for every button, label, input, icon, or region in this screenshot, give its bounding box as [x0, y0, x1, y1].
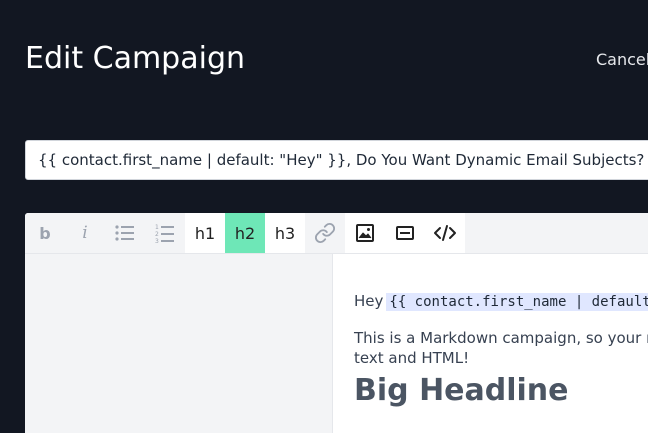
bold-icon: b: [39, 223, 51, 243]
preview-pane: Hey{{ contact.first_name | default: "Hey…: [332, 254, 648, 433]
preview-greeting: Hey{{ contact.first_name | default: "Hey…: [354, 291, 648, 312]
preview-paragraph-line: This is a Markdown campaign, so your mar…: [354, 329, 648, 347]
h1-label: h1: [194, 223, 216, 243]
numbered-list-icon: 1 2 3: [155, 223, 175, 243]
h3-label: h3: [274, 223, 296, 243]
preview-greeting-text: Hey: [354, 292, 384, 310]
cancel-button[interactable]: Cancel: [596, 50, 648, 70]
italic-button[interactable]: i: [65, 213, 105, 253]
image-button[interactable]: [345, 213, 385, 253]
subject-input[interactable]: [25, 140, 648, 180]
page-title: Edit Campaign: [25, 41, 246, 76]
preview-greeting-code: {{ contact.first_name | default: "Hey" }…: [386, 293, 648, 311]
bullet-list-button[interactable]: [105, 213, 145, 253]
preview-paragraph-line: text and HTML!: [354, 349, 470, 367]
markdown-editor: b i 1 2 3 h1 h2 h3 Hey {{contact.first_…: [25, 213, 648, 433]
svg-text:3: 3: [155, 238, 159, 243]
horizontal-rule-button[interactable]: [385, 213, 425, 253]
svg-text:1: 1: [155, 224, 159, 231]
bullet-list-icon: [115, 224, 135, 242]
code-button[interactable]: [425, 213, 465, 253]
h3-button[interactable]: h3: [265, 213, 305, 253]
bold-button[interactable]: b: [25, 213, 65, 253]
editor-toolbar: b i 1 2 3 h1 h2 h3: [25, 213, 648, 254]
markdown-source-pane[interactable]: [25, 254, 332, 433]
svg-text:2: 2: [155, 231, 159, 238]
h2-button[interactable]: h2: [225, 213, 265, 253]
link-button[interactable]: [305, 213, 345, 253]
preview-heading: Big Headline: [354, 373, 569, 408]
preview-paragraph: This is a Markdown campaign, so your mar…: [354, 328, 648, 368]
code-icon: [433, 224, 457, 242]
link-icon: [314, 222, 336, 244]
italic-icon: i: [82, 223, 88, 243]
h2-label: h2: [234, 223, 256, 243]
h1-button[interactable]: h1: [185, 213, 225, 253]
horizontal-rule-icon: [395, 225, 415, 241]
numbered-list-button[interactable]: 1 2 3: [145, 213, 185, 253]
image-icon: [355, 223, 375, 243]
